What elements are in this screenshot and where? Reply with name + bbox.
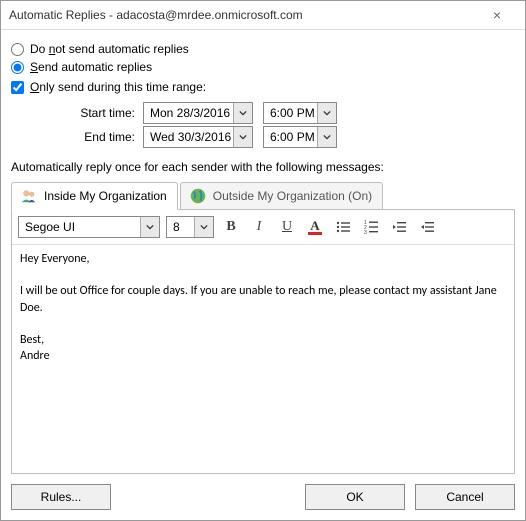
ok-button-label: OK <box>346 490 363 504</box>
end-date-value: Wed 30/3/2016 <box>144 130 233 144</box>
ok-button[interactable]: OK <box>305 484 405 510</box>
tabstrip: Inside My Organization Outside My Organi… <box>11 180 515 210</box>
italic-button[interactable]: I <box>248 216 270 238</box>
outdent-button[interactable] <box>388 216 410 238</box>
dialog-body: Do not send automatic replies Send autom… <box>1 30 525 474</box>
time-range-group: Start time: Mon 28/3/2016 6:00 PM End ti… <box>67 100 515 150</box>
checkbox-only-range[interactable]: Only send during this time range: <box>11 80 515 94</box>
tab-outside-label: Outside My Organization (On) <box>213 189 372 203</box>
svg-text:3: 3 <box>364 230 367 235</box>
rules-button[interactable]: Rules... <box>11 484 111 510</box>
checkbox-only-range-input[interactable] <box>11 81 24 94</box>
radio-send-label: Send automatic replies <box>30 60 152 74</box>
end-time-label: End time: <box>67 130 135 144</box>
font-size-combo[interactable]: 8 <box>166 216 214 238</box>
chevron-down-icon <box>233 103 252 123</box>
radio-send[interactable]: Send automatic replies <box>11 60 515 74</box>
start-time-row: Start time: Mon 28/3/2016 6:00 PM <box>67 102 515 124</box>
indent-button[interactable] <box>416 216 438 238</box>
tab-outside-org[interactable]: Outside My Organization (On) <box>180 182 383 210</box>
chevron-down-icon <box>194 217 213 237</box>
font-family-combo[interactable]: Segoe UI <box>18 216 160 238</box>
start-date-combo[interactable]: Mon 28/3/2016 <box>143 102 253 124</box>
start-time-label: Start time: <box>67 106 135 120</box>
radio-send-input[interactable] <box>11 61 24 74</box>
tab-content: Segoe UI 8 B I U A 123 <box>11 210 515 474</box>
underline-button[interactable]: U <box>276 216 298 238</box>
dialog-footer: Rules... OK Cancel <box>1 474 525 520</box>
chevron-down-icon <box>317 127 336 147</box>
end-time-row: End time: Wed 30/3/2016 6:00 PM <box>67 126 515 148</box>
radio-do-not-send-label: Do not send automatic replies <box>30 42 189 56</box>
automatic-replies-dialog: { "title": "Automatic Replies - adacosta… <box>0 0 526 521</box>
chevron-down-icon <box>317 103 336 123</box>
end-time-combo[interactable]: 6:00 PM <box>263 126 337 148</box>
start-time-combo[interactable]: 6:00 PM <box>263 102 337 124</box>
font-color-button[interactable]: A <box>304 216 326 238</box>
bold-button[interactable]: B <box>220 216 242 238</box>
cancel-button[interactable]: Cancel <box>415 484 515 510</box>
font-color-icon: A <box>310 220 319 232</box>
start-date-value: Mon 28/3/2016 <box>144 106 233 120</box>
tab-inside-org[interactable]: Inside My Organization <box>11 182 178 210</box>
checkbox-only-range-label: Only send during this time range: <box>30 80 206 94</box>
font-color-swatch <box>308 232 322 235</box>
radio-do-not-send[interactable]: Do not send automatic replies <box>11 42 515 56</box>
chevron-down-icon <box>233 127 252 147</box>
window-title: Automatic Replies - adacosta@mrdee.onmic… <box>9 8 477 22</box>
close-icon[interactable]: × <box>477 7 517 23</box>
editor-toolbar: Segoe UI 8 B I U A 123 <box>12 210 514 245</box>
rules-button-label: Rules... <box>41 490 82 504</box>
message-editor[interactable]: Hey Everyone, I will be out Office for c… <box>12 245 514 473</box>
font-family-value: Segoe UI <box>19 220 140 234</box>
bullet-list-button[interactable] <box>332 216 354 238</box>
chevron-down-icon <box>140 217 159 237</box>
start-time-value: 6:00 PM <box>264 106 317 120</box>
globe-icon <box>189 187 207 205</box>
radio-do-not-send-input[interactable] <box>11 43 24 56</box>
cancel-button-label: Cancel <box>446 490 483 504</box>
end-date-combo[interactable]: Wed 30/3/2016 <box>143 126 253 148</box>
titlebar: Automatic Replies - adacosta@mrdee.onmic… <box>1 1 525 30</box>
end-time-value: 6:00 PM <box>264 130 317 144</box>
people-icon <box>20 187 38 205</box>
font-size-value: 8 <box>167 220 194 234</box>
tab-inside-label: Inside My Organization <box>44 189 167 203</box>
numbered-list-button[interactable]: 123 <box>360 216 382 238</box>
reply-section-label: Automatically reply once for each sender… <box>11 160 515 174</box>
